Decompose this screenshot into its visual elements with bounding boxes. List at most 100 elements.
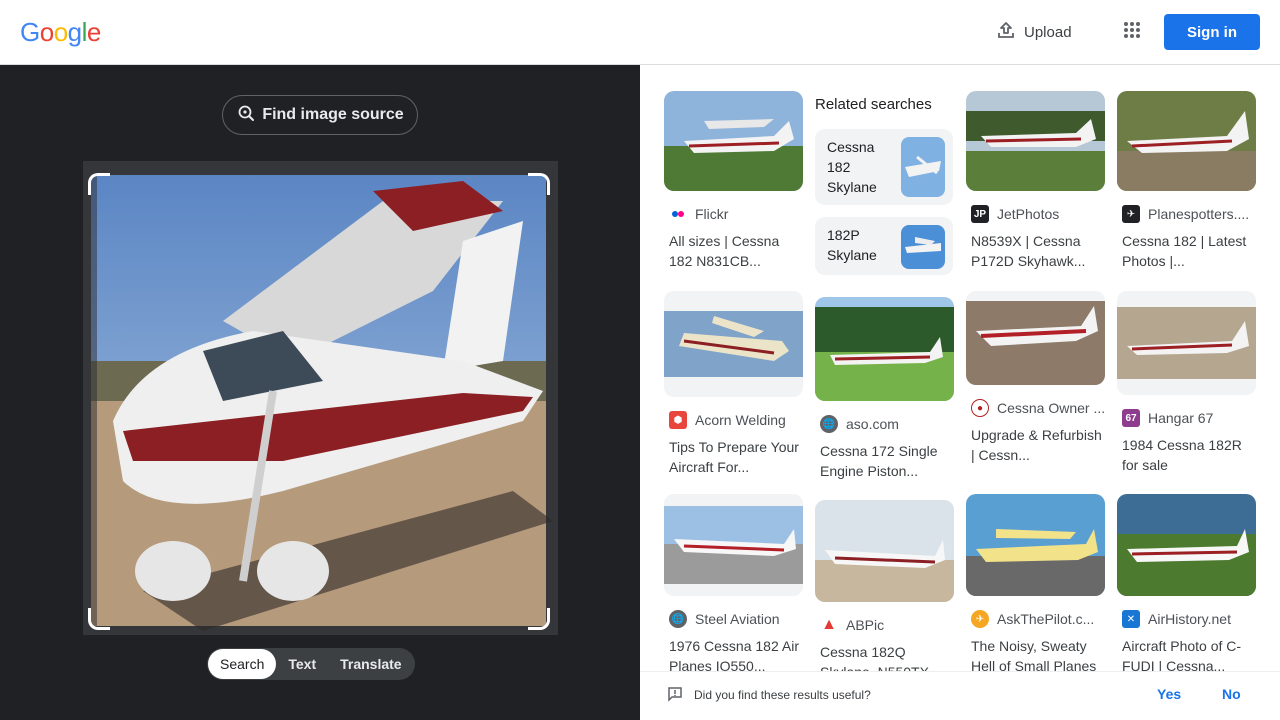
sign-in-button[interactable]: Sign in	[1164, 14, 1260, 50]
result-source-label: AskThePilot.c...	[997, 611, 1095, 627]
feedback-bar: Did you find these results useful? Yes N…	[640, 671, 1280, 720]
abpic-icon: ▲	[820, 616, 838, 634]
related-search-chip[interactable]: Cessna 182 Skylane	[815, 129, 953, 205]
lens-mode-tabs: Search Text Translate	[207, 648, 415, 680]
related-searches-heading: Related searches	[815, 96, 932, 113]
feedback-question: Did you find these results useful?	[694, 688, 871, 702]
result-card[interactable]: JP JetPhotos N8539X | Cessna P172D Skyha…	[966, 91, 1106, 271]
result-title[interactable]: N8539X | Cessna P172D Skyhawk...	[966, 231, 1106, 271]
upload-label: Upload	[1024, 23, 1072, 41]
result-source-label: JetPhotos	[997, 206, 1060, 222]
result-source-label: AirHistory.net	[1148, 611, 1231, 627]
crop-handle-bottom-right[interactable]	[528, 608, 550, 630]
jetphotos-icon: JP	[971, 205, 989, 223]
related-search-thumbnail	[901, 225, 945, 269]
askthepilot-icon: ✈	[971, 610, 989, 628]
tab-translate[interactable]: Translate	[328, 649, 413, 679]
result-title[interactable]: 1984 Cessna 182R for sale	[1117, 435, 1257, 475]
acorn-welding-icon: ⬢	[669, 411, 687, 429]
related-search-chip[interactable]: 182P Skylane	[815, 217, 953, 275]
result-title[interactable]: 1976 Cessna 182 Air Planes IO550...	[664, 636, 804, 676]
result-source-label: Flickr	[695, 206, 729, 222]
airplane-photo	[83, 161, 558, 635]
result-card[interactable]: ✈ Planespotters.... Cessna 182 | Latest …	[1117, 91, 1257, 271]
find-image-source-label: Find image source	[262, 106, 404, 123]
tab-text[interactable]: Text	[276, 649, 328, 679]
upload-icon	[996, 20, 1016, 44]
result-source[interactable]: ✕ AirHistory.net	[1117, 610, 1257, 628]
lens-search-icon	[236, 103, 256, 128]
result-title[interactable]: Cessna 182 | Latest Photos |...	[1117, 231, 1257, 271]
query-image[interactable]	[83, 161, 558, 635]
result-source[interactable]: ✈ AskThePilot.c...	[966, 610, 1106, 628]
globe-icon: 🌐	[669, 610, 687, 628]
globe-icon: 🌐	[820, 415, 838, 433]
google-logo[interactable]: Google	[20, 17, 101, 48]
result-thumbnail[interactable]	[1117, 291, 1256, 395]
visual-matches-panel: Flickr All sizes | Cessna 182 N831CB... …	[640, 65, 1280, 720]
result-source[interactable]: ▲ ABPic	[815, 616, 955, 634]
result-card[interactable]: ✕ AirHistory.net Aircraft Photo of C-FUD…	[1117, 494, 1257, 676]
result-source-label: Planespotters....	[1148, 206, 1250, 222]
result-title[interactable]: Cessna 172 Single Engine Piston...	[815, 441, 955, 481]
result-source[interactable]: JP JetPhotos	[966, 205, 1106, 223]
result-card[interactable]: 🌐 aso.com Cessna 172 Single Engine Pisto…	[815, 297, 955, 481]
result-title[interactable]: All sizes | Cessna 182 N831CB...	[664, 231, 804, 271]
lens-image-panel: Find image source Search Text Translate	[0, 65, 640, 720]
result-card[interactable]: Flickr All sizes | Cessna 182 N831CB...	[664, 91, 804, 271]
result-thumbnail[interactable]	[966, 91, 1105, 191]
feedback-yes-button[interactable]: Yes	[1157, 686, 1181, 702]
result-source-label: Cessna Owner ...	[997, 400, 1106, 416]
apps-grid-button[interactable]	[1116, 16, 1148, 48]
result-card[interactable]: ▲ ABPic Cessna 182Q Skylane, N550TX...	[815, 500, 955, 682]
result-source[interactable]: 🌐 aso.com	[815, 415, 955, 433]
result-source-label: aso.com	[846, 416, 899, 432]
related-search-label: 182P Skylane	[827, 227, 877, 263]
result-source[interactable]: ✈ Planespotters....	[1117, 205, 1257, 223]
result-title[interactable]: The Noisy, Sweaty Hell of Small Planes	[966, 636, 1106, 676]
crop-handle-bottom-left[interactable]	[88, 608, 110, 630]
crop-handle-top-right[interactable]	[528, 173, 550, 195]
result-source-label: Acorn Welding	[695, 412, 786, 428]
result-card[interactable]: ● Cessna Owner ... Upgrade & Refurbish |…	[966, 291, 1106, 465]
cessna-owner-icon: ●	[971, 399, 989, 417]
result-thumbnail[interactable]	[815, 297, 954, 401]
result-card[interactable]: ⬢ Acorn Welding Tips To Prepare Your Air…	[664, 291, 804, 477]
result-source-label: ABPic	[846, 617, 885, 633]
planespotters-icon: ✈	[1122, 205, 1140, 223]
apps-grid-icon	[1123, 21, 1141, 44]
result-thumbnail[interactable]	[815, 500, 954, 602]
feedback-no-button[interactable]: No	[1222, 686, 1241, 702]
result-thumbnail[interactable]	[1117, 494, 1256, 596]
related-search-thumbnail	[901, 137, 945, 197]
result-card[interactable]: 67 Hangar 67 1984 Cessna 182R for sale	[1117, 291, 1257, 475]
related-search-label: Cessna 182 Skylane	[827, 139, 877, 195]
result-thumbnail[interactable]	[966, 494, 1105, 596]
result-thumbnail[interactable]	[664, 91, 803, 191]
result-title[interactable]: Aircraft Photo of C-FUDI | Cessna...	[1117, 636, 1257, 676]
result-thumbnail[interactable]	[664, 494, 803, 596]
result-thumbnail[interactable]	[966, 291, 1105, 385]
crop-handle-top-left[interactable]	[88, 173, 110, 195]
flickr-icon	[669, 205, 687, 223]
result-card[interactable]: 🌐 Steel Aviation 1976 Cessna 182 Air Pla…	[664, 494, 804, 676]
result-thumbnail[interactable]	[1117, 91, 1256, 191]
result-source-label: Hangar 67	[1148, 410, 1214, 426]
upload-button[interactable]: Upload	[988, 16, 1080, 48]
result-source[interactable]: ● Cessna Owner ...	[966, 399, 1106, 417]
tab-search[interactable]: Search	[208, 649, 277, 679]
result-thumbnail[interactable]	[664, 291, 803, 397]
result-source-label: Steel Aviation	[695, 611, 780, 627]
airhistory-icon: ✕	[1122, 610, 1140, 628]
result-title[interactable]: Upgrade & Refurbish | Cessn...	[966, 425, 1106, 465]
result-source[interactable]: ⬢ Acorn Welding	[664, 411, 804, 429]
result-card[interactable]: ✈ AskThePilot.c... The Noisy, Sweaty Hel…	[966, 494, 1106, 676]
find-image-source-button[interactable]: Find image source	[222, 95, 418, 135]
result-source[interactable]: 🌐 Steel Aviation	[664, 610, 804, 628]
result-source[interactable]: Flickr	[664, 205, 804, 223]
result-source[interactable]: 67 Hangar 67	[1117, 409, 1257, 427]
hangar67-icon: 67	[1122, 409, 1140, 427]
top-bar: Google Upload Sign in	[0, 0, 1280, 65]
feedback-icon	[667, 686, 683, 707]
result-title[interactable]: Tips To Prepare Your Aircraft For...	[664, 437, 804, 477]
